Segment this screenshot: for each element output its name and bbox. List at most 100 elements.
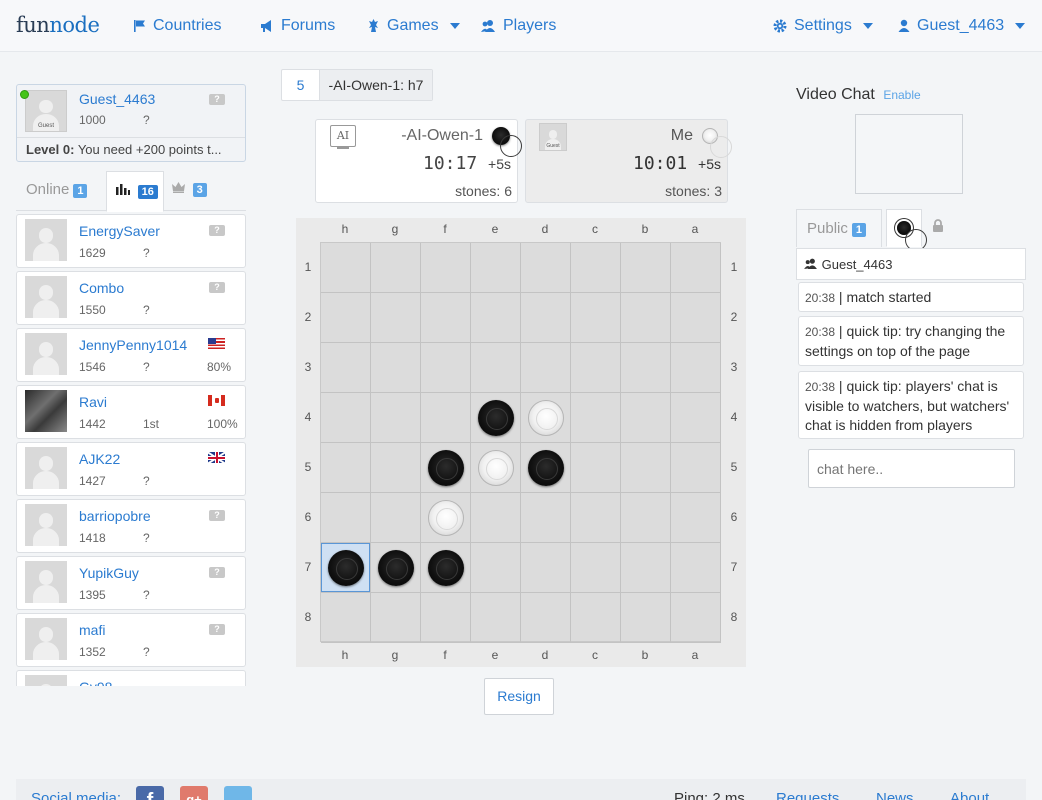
- board-cell[interactable]: [571, 393, 621, 443]
- tab-private-chat[interactable]: [932, 219, 944, 235]
- board-cell[interactable]: [521, 343, 571, 393]
- board-cell[interactable]: [321, 493, 371, 543]
- chat-user-name[interactable]: Guest_4463: [822, 257, 893, 272]
- board-cell[interactable]: [371, 393, 421, 443]
- board-cell[interactable]: [471, 293, 521, 343]
- chat-input[interactable]: [808, 449, 1015, 488]
- nav-games[interactable]: Games: [367, 17, 460, 35]
- facebook-icon[interactable]: f: [136, 786, 164, 800]
- requests-link[interactable]: Requests: [776, 790, 839, 800]
- move-number[interactable]: 5: [282, 70, 320, 100]
- board-cell[interactable]: [571, 293, 621, 343]
- board-cell[interactable]: [671, 393, 721, 443]
- self-name[interactable]: Me: [671, 127, 693, 145]
- news-link[interactable]: News: [876, 790, 914, 800]
- board-cell[interactable]: [471, 343, 521, 393]
- board-cell[interactable]: [571, 543, 621, 593]
- player-name[interactable]: Gv98: [79, 679, 112, 686]
- board-cell[interactable]: [671, 493, 721, 543]
- nav-players[interactable]: Players: [480, 17, 556, 35]
- player-name[interactable]: JennyPenny1014: [79, 337, 187, 353]
- board-cell[interactable]: [671, 593, 721, 643]
- tab-game-chat[interactable]: [886, 209, 927, 251]
- board-cell[interactable]: [621, 343, 671, 393]
- board-cell[interactable]: [521, 293, 571, 343]
- board-cell[interactable]: [571, 443, 621, 493]
- tab-leaderboard[interactable]: 16: [106, 171, 164, 212]
- board-cell[interactable]: [321, 393, 371, 443]
- board-cell[interactable]: [621, 493, 671, 543]
- board-cell[interactable]: [421, 343, 471, 393]
- board-cell[interactable]: [571, 243, 621, 293]
- player-row[interactable]: Combo? 1550?: [16, 271, 246, 325]
- board-cell[interactable]: [521, 493, 571, 543]
- nav-countries[interactable]: Countries: [133, 17, 221, 35]
- board-cell[interactable]: [671, 343, 721, 393]
- board-cell[interactable]: [321, 293, 371, 343]
- player-row[interactable]: mafi? 1352?: [16, 613, 246, 667]
- board-cell[interactable]: [621, 243, 671, 293]
- board-cell[interactable]: [671, 543, 721, 593]
- board-cell[interactable]: [321, 243, 371, 293]
- player-row[interactable]: AJK22 1427?: [16, 442, 246, 496]
- board-cell[interactable]: [371, 593, 421, 643]
- board-cell[interactable]: [671, 293, 721, 343]
- player-name[interactable]: Combo: [79, 280, 124, 296]
- twitter-icon[interactable]: [224, 786, 252, 800]
- nav-forums[interactable]: Forums: [259, 17, 335, 35]
- board-cell[interactable]: [471, 243, 521, 293]
- player-name[interactable]: barriopobre: [79, 508, 151, 524]
- player-row[interactable]: YupikGuy? 1395?: [16, 556, 246, 610]
- board-cell[interactable]: [621, 393, 671, 443]
- board-cell[interactable]: [321, 593, 371, 643]
- board-cell[interactable]: [621, 443, 671, 493]
- board-cell[interactable]: [321, 343, 371, 393]
- board-cell[interactable]: [621, 593, 671, 643]
- board-cell[interactable]: [371, 343, 421, 393]
- logo[interactable]: funnode: [16, 13, 100, 37]
- tab-champions[interactable]: 3: [172, 181, 207, 197]
- board-cell[interactable]: [521, 543, 571, 593]
- game-board[interactable]: [320, 242, 721, 643]
- board-cell[interactable]: [471, 493, 521, 543]
- resign-button[interactable]: Resign: [484, 678, 554, 715]
- board-cell[interactable]: [421, 393, 471, 443]
- player-name[interactable]: mafi: [79, 622, 105, 638]
- opponent-name[interactable]: -AI-Owen-1: [401, 127, 483, 145]
- my-username[interactable]: Guest_4463: [79, 91, 155, 107]
- board-cell[interactable]: [671, 443, 721, 493]
- player-name[interactable]: AJK22: [79, 451, 120, 467]
- player-row[interactable]: EnergySaver? 1629?: [16, 214, 246, 268]
- player-row[interactable]: Ravi 1442 1st 100%: [16, 385, 246, 439]
- board-cell[interactable]: [371, 293, 421, 343]
- board-cell[interactable]: [571, 493, 621, 543]
- player-name[interactable]: YupikGuy: [79, 565, 139, 581]
- board-cell[interactable]: [371, 493, 421, 543]
- board-cell[interactable]: [471, 593, 521, 643]
- board-cell[interactable]: [321, 443, 371, 493]
- player-name[interactable]: EnergySaver: [79, 223, 160, 239]
- player-row[interactable]: Gv98: [16, 670, 246, 686]
- board-cell[interactable]: [521, 243, 571, 293]
- google-plus-icon[interactable]: g+: [180, 786, 208, 800]
- player-row[interactable]: barriopobre? 1418?: [16, 499, 246, 553]
- nav-user-menu[interactable]: Guest_4463: [898, 17, 1026, 35]
- board-cell[interactable]: [471, 543, 521, 593]
- nav-settings[interactable]: Settings: [773, 17, 873, 35]
- tab-public-chat[interactable]: Public 1: [796, 209, 882, 247]
- board-cell[interactable]: [371, 443, 421, 493]
- board-cell[interactable]: [671, 243, 721, 293]
- my-profile-card[interactable]: Guest Guest_4463 ? 1000 ? Level 0: You n…: [16, 84, 246, 162]
- player-list[interactable]: EnergySaver? 1629? Combo? 1550? JennyPenny10…: [16, 214, 248, 686]
- board-cell[interactable]: [621, 293, 671, 343]
- board-cell[interactable]: [521, 593, 571, 643]
- board-cell[interactable]: [571, 343, 621, 393]
- player-name[interactable]: Ravi: [79, 394, 107, 410]
- board-cell[interactable]: [621, 543, 671, 593]
- tab-online[interactable]: Online 1: [26, 181, 88, 198]
- board-cell[interactable]: [421, 593, 471, 643]
- board-cell[interactable]: [421, 243, 471, 293]
- video-enable-link[interactable]: Enable: [883, 88, 920, 102]
- player-row[interactable]: JennyPenny1014 1546? 80%: [16, 328, 246, 382]
- last-move[interactable]: -AI-Owen-1: h7: [320, 70, 432, 100]
